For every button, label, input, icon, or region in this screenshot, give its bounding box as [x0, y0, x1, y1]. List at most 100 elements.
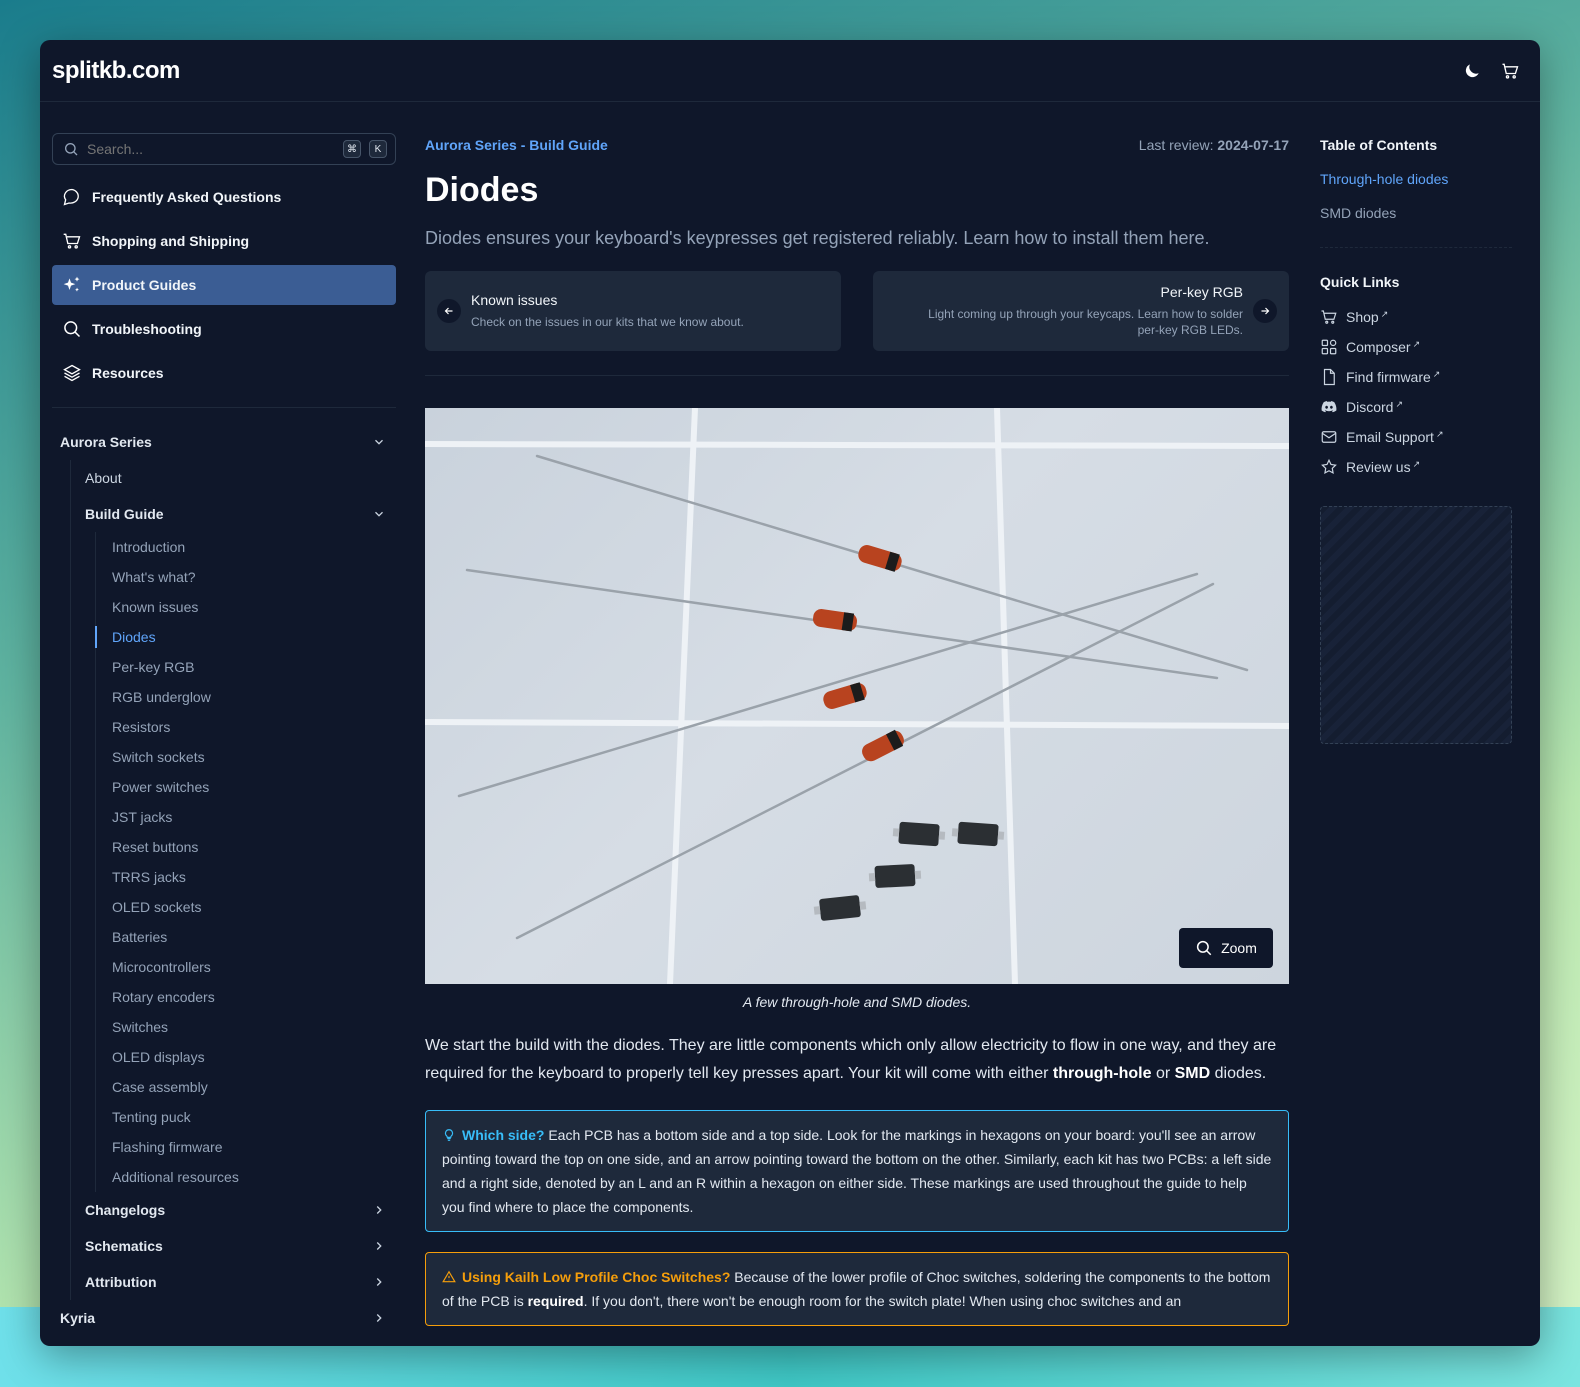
nav-label: Troubleshooting	[92, 321, 202, 337]
cart-icon	[63, 233, 81, 249]
nav-label: Shopping and Shipping	[92, 233, 250, 249]
arrow-left-icon	[437, 299, 461, 323]
prev-title: Known issues	[471, 292, 558, 308]
quick-label: Discord	[1346, 399, 1394, 415]
build-guide-item[interactable]: Per-key RGB	[96, 652, 396, 682]
build-guide-item[interactable]: Diodes	[95, 622, 396, 652]
quick-link-review[interactable]: Review us ↗	[1320, 452, 1512, 482]
tree-label: Attribution	[85, 1274, 157, 1290]
quick-link-composer[interactable]: Composer ↗	[1320, 332, 1512, 362]
build-guide-item[interactable]: Switches	[96, 1012, 396, 1042]
diodes-photo: Zoom	[425, 408, 1289, 984]
build-guide-item[interactable]: What's what?	[96, 562, 396, 592]
quick-link-email[interactable]: Email Support ↗	[1320, 422, 1512, 452]
build-guide-item[interactable]: OLED sockets	[96, 892, 396, 922]
lightbulb-icon	[444, 1129, 454, 1141]
tip-title: Which side?	[462, 1127, 545, 1143]
aurora-children: About Build Guide Introduction What's wha…	[70, 460, 396, 1300]
external-link-icon: ↗	[1412, 339, 1421, 349]
quick-link-shop[interactable]: Shop ↗	[1320, 302, 1512, 332]
next-page-card[interactable]: Per-key RGB Light coming up through your…	[873, 271, 1289, 351]
chevron-right-icon	[376, 1278, 382, 1286]
toc-link-through-hole[interactable]: Through-hole diodes	[1320, 171, 1512, 187]
search-input[interactable]	[87, 141, 335, 157]
chevron-right-icon	[376, 1242, 382, 1250]
pager: Known issues Check on the issues in our …	[425, 271, 1289, 351]
tree-attribution[interactable]: Attribution	[85, 1264, 396, 1300]
warning-icon	[442, 1270, 456, 1283]
nav-troubleshooting[interactable]: Troubleshooting	[52, 309, 396, 349]
build-guide-item[interactable]: Flashing firmware	[96, 1132, 396, 1162]
search-box[interactable]: ⌘ K	[52, 133, 396, 165]
tree-label: Build Guide	[85, 506, 164, 522]
cart-icon[interactable]	[1500, 61, 1520, 81]
zoom-label: Zoom	[1221, 940, 1257, 956]
build-guide-item[interactable]: Tenting puck	[96, 1102, 396, 1132]
main-nav: Frequently Asked Questions Shopping and …	[52, 177, 396, 393]
tree-schematics[interactable]: Schematics	[85, 1228, 396, 1264]
tree-label: Kyria	[60, 1310, 96, 1326]
prev-desc: Check on the issues in our kits that we …	[471, 315, 744, 329]
quick-links-title: Quick Links	[1320, 274, 1400, 290]
logo[interactable]: splitkb.com	[52, 57, 180, 85]
nav-product-guides[interactable]: Product Guides	[52, 265, 396, 305]
build-guide-item[interactable]: TRRS jacks	[96, 862, 396, 892]
para-text: or	[1151, 1065, 1175, 1082]
nav-faq[interactable]: Frequently Asked Questions	[52, 177, 396, 217]
tree-kyria[interactable]: Kyria	[52, 1300, 396, 1336]
sidebar-divider	[52, 407, 396, 408]
build-guide-item[interactable]: OLED displays	[96, 1042, 396, 1072]
quick-link-firmware[interactable]: Find firmware ↗	[1320, 362, 1512, 392]
next-title: Per-key RGB	[1160, 284, 1243, 300]
external-link-icon: ↗	[1380, 309, 1389, 319]
tree-aurora-series[interactable]: Aurora Series	[52, 424, 396, 460]
last-review: Last review: 2024-07-17	[1139, 137, 1289, 153]
app-window: splitkb.com ⌘ K Frequently Asked Questio…	[40, 40, 1540, 1346]
build-guide-item[interactable]: RGB underglow	[96, 682, 396, 712]
breadcrumb[interactable]: Aurora Series - Build Guide	[425, 137, 608, 153]
tree-changelogs[interactable]: Changelogs	[85, 1192, 396, 1228]
build-guide-item[interactable]: Additional resources	[96, 1162, 396, 1192]
tree-label: Schematics	[85, 1238, 163, 1254]
page-lead: Diodes ensures your keyboard's keypresse…	[425, 228, 1210, 248]
sparkles-icon	[63, 276, 80, 292]
toc-title: Table of Contents	[1320, 137, 1438, 153]
figure-caption: A few through-hole and SMD diodes.	[742, 994, 972, 1010]
external-link-icon: ↗	[1395, 399, 1404, 409]
nav-shopping[interactable]: Shopping and Shipping	[52, 221, 396, 261]
top-bar: splitkb.com	[40, 40, 1540, 102]
quick-label: Email Support	[1346, 429, 1434, 445]
prev-page-card[interactable]: Known issues Check on the issues in our …	[425, 271, 841, 351]
build-guide-item[interactable]: JST jacks	[96, 802, 396, 832]
build-guide-item[interactable]: Power switches	[96, 772, 396, 802]
toc-panel: Table of Contents Through-hole diodes SM…	[1320, 133, 1512, 744]
nav-resources[interactable]: Resources	[52, 353, 396, 393]
build-guide-item[interactable]: Rotary encoders	[96, 982, 396, 1012]
moon-icon[interactable]	[1462, 61, 1482, 81]
zoom-button[interactable]: Zoom	[1179, 928, 1273, 968]
build-guide-item[interactable]: Batteries	[96, 922, 396, 952]
quick-label: Find firmware	[1346, 369, 1431, 385]
next-desc-1: Light coming up through your keycaps. Le…	[928, 307, 1243, 321]
toc-link-smd[interactable]: SMD diodes	[1320, 205, 1512, 221]
tree-about[interactable]: About	[85, 460, 396, 496]
tree-build-guide[interactable]: Build Guide	[85, 496, 396, 532]
grid-icon	[1321, 339, 1337, 355]
warn-bold: required	[527, 1293, 584, 1309]
build-guide-item[interactable]: Known issues	[96, 592, 396, 622]
build-guide-item[interactable]: Reset buttons	[96, 832, 396, 862]
build-guide-item[interactable]: Resistors	[96, 712, 396, 742]
build-guide-item[interactable]: Microcontrollers	[96, 952, 396, 982]
nav-label: Resources	[92, 365, 164, 381]
quick-label: Composer	[1346, 339, 1411, 355]
build-guide-item[interactable]: Introduction	[96, 532, 396, 562]
external-link-icon: ↗	[1432, 369, 1441, 379]
quick-link-discord[interactable]: Discord ↗	[1320, 392, 1512, 422]
warn-title: Using Kailh Low Profile Choc Switches?	[462, 1269, 731, 1285]
file-icon	[1323, 368, 1335, 386]
chevron-down-icon	[375, 439, 383, 445]
build-guide-item[interactable]: Switch sockets	[96, 742, 396, 772]
build-guide-item[interactable]: Case assembly	[96, 1072, 396, 1102]
chevron-right-icon	[376, 1314, 382, 1322]
review-label: Last review:	[1138, 137, 1214, 153]
